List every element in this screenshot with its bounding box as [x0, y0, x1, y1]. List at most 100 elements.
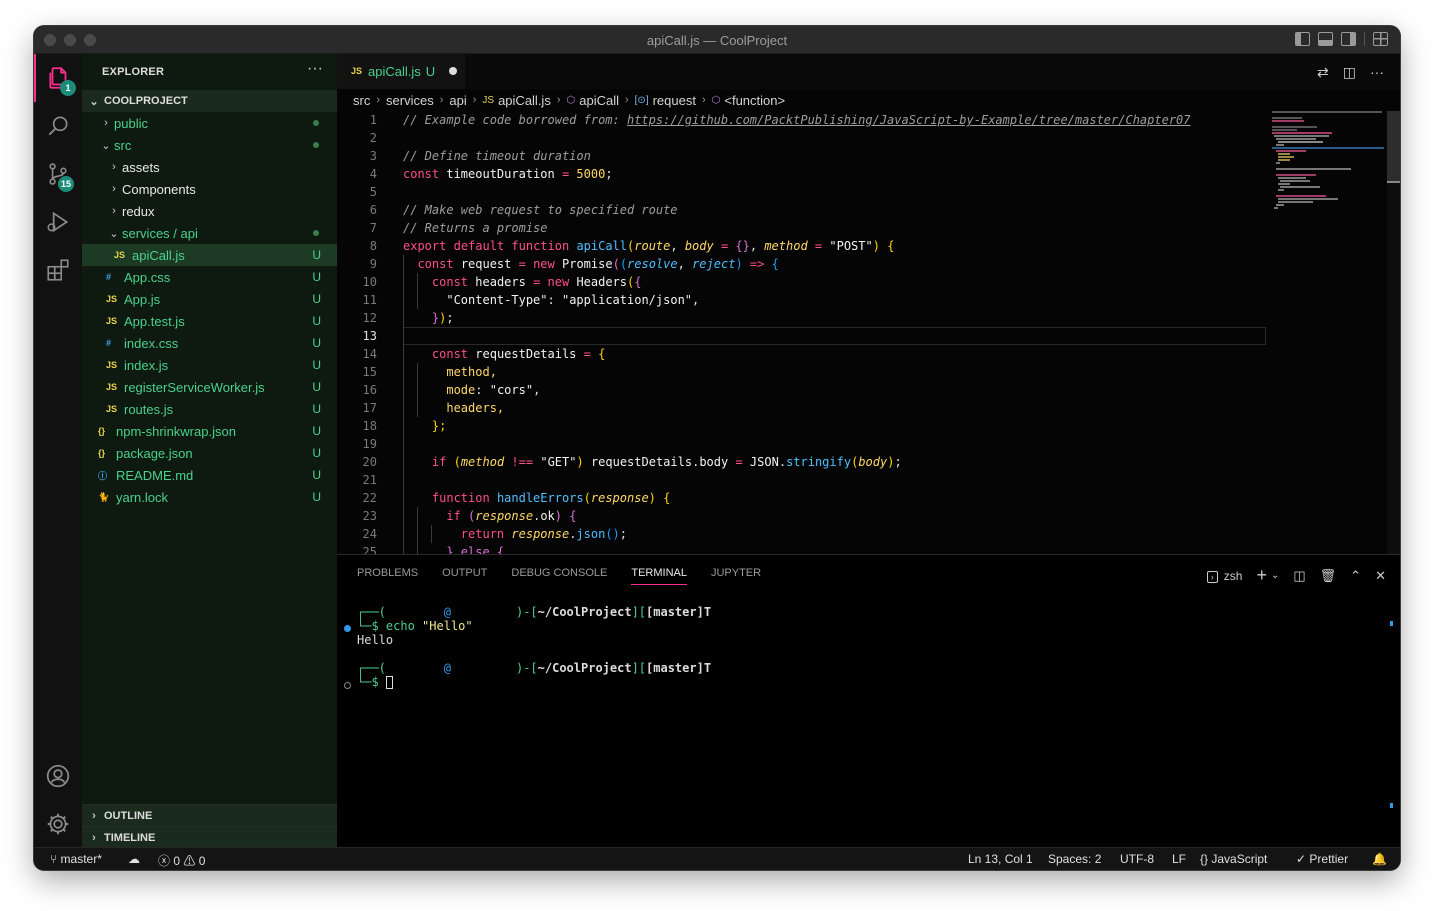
- symbol-method-icon: ⬡: [711, 94, 721, 106]
- tree-file-row[interactable]: ⓘ README.md U: [82, 464, 337, 486]
- scrollbar-thumb[interactable]: [1387, 111, 1400, 181]
- bell-icon[interactable]: 🔔: [1372, 852, 1387, 866]
- new-terminal-icon[interactable]: +: [1256, 565, 1267, 586]
- terminal-scroll-marker: [1390, 803, 1393, 808]
- tree-item-label: index.js: [124, 357, 169, 373]
- extensions-icon: [47, 259, 69, 281]
- breadcrumb-item[interactable]: services: [386, 93, 434, 108]
- tree-item-label: services / api: [122, 225, 198, 241]
- chevron-down-icon: ⌄: [109, 227, 119, 240]
- split-terminal-icon[interactable]: ◫: [1293, 568, 1305, 584]
- tree-file-row[interactable]: JS apiCall.js U: [82, 244, 337, 266]
- tree-file-row[interactable]: JS App.test.js U: [82, 310, 337, 332]
- indentation-status[interactable]: Spaces: 2: [1048, 852, 1101, 866]
- source-control-activity[interactable]: 15: [34, 150, 82, 198]
- tree-file-row[interactable]: JS routes.js U: [82, 398, 337, 420]
- chevron-right-icon: ›: [112, 205, 116, 217]
- breadcrumb-item[interactable]: src: [353, 93, 370, 108]
- problems-status[interactable]: ⓧ 0 ⚠ 0: [158, 852, 205, 869]
- terminal-output[interactable]: ┌──( @ )-[~/CoolProject][[master]T └─$ e…: [337, 605, 1400, 845]
- code-editor[interactable]: 1 2 3 4 5 6 7 8 9 10 11 12 13 14 15 16 17 18 19 20 21 22 23 24 2…: [337, 111, 1400, 554]
- js-file-icon: JS: [114, 250, 126, 260]
- tree-file-row[interactable]: JS App.js U: [82, 288, 337, 310]
- tree-file-row[interactable]: # App.css U: [82, 266, 337, 288]
- breadcrumb-item[interactable]: api: [449, 93, 466, 108]
- minimap[interactable]: [1272, 111, 1387, 221]
- prettier-status[interactable]: ✓ Prettier: [1296, 852, 1348, 866]
- tree-folder-row[interactable]: ⌄ src: [82, 134, 337, 156]
- tree-folder-row[interactable]: ⌄ services / api: [82, 222, 337, 244]
- git-status-badge: U: [312, 380, 321, 394]
- maximize-panel-icon[interactable]: ⌃: [1350, 568, 1361, 584]
- encoding-status[interactable]: UTF-8: [1120, 852, 1154, 866]
- tree-file-row[interactable]: # index.css U: [82, 332, 337, 354]
- manage-activity[interactable]: [34, 800, 82, 848]
- editor-tab-bar: JS apiCall.js U ⇄ ◫ ···: [337, 54, 1400, 89]
- symbol-method-icon: ⬡: [566, 94, 576, 106]
- chevron-down-icon[interactable]: ⌄: [1271, 570, 1279, 581]
- more-actions-icon[interactable]: ···: [307, 60, 323, 78]
- tree-folder-row[interactable]: › public: [82, 112, 337, 134]
- cursor-position-status[interactable]: Ln 13, Col 1: [968, 852, 1033, 866]
- breadcrumb-item[interactable]: apiCall.js: [498, 93, 551, 108]
- tree-file-row[interactable]: JS registerServiceWorker.js U: [82, 376, 337, 398]
- tree-folder-row[interactable]: › assets: [82, 156, 337, 178]
- code-line: return response.json();: [460, 527, 628, 541]
- terminal-shell-selector[interactable]: › zsh: [1206, 568, 1242, 583]
- explorer-activity[interactable]: 1: [34, 54, 82, 102]
- symbol-variable-icon: [⊙]: [634, 94, 649, 106]
- tree-folder-row[interactable]: › Components: [82, 178, 337, 200]
- breadcrumb-item[interactable]: apiCall: [579, 93, 619, 108]
- toggle-secondary-sidebar-icon[interactable]: [1341, 32, 1356, 46]
- chevron-right-icon: ›: [104, 117, 108, 129]
- tree-file-row[interactable]: 🐈 yarn.lock U: [82, 486, 337, 508]
- tree-file-row[interactable]: JS index.js U: [82, 354, 337, 376]
- customize-layout-icon[interactable]: [1373, 32, 1388, 46]
- language-status[interactable]: {} JavaScript: [1200, 852, 1267, 866]
- project-name: COOLPROJECT: [104, 95, 188, 107]
- open-changes-icon[interactable]: ⇄: [1317, 64, 1329, 81]
- tab-debug-console[interactable]: DEBUG CONSOLE: [511, 567, 607, 585]
- terminal-input-line[interactable]: └─$: [357, 675, 393, 689]
- json-file-icon: {}: [98, 426, 106, 436]
- tab-jupyter[interactable]: JUPYTER: [711, 567, 761, 585]
- command-success-marker[interactable]: [344, 625, 351, 632]
- more-actions-icon[interactable]: ···: [1370, 64, 1384, 81]
- extensions-activity[interactable]: [34, 246, 82, 294]
- split-editor-icon[interactable]: ◫: [1343, 64, 1356, 81]
- code-link[interactable]: https://github.com/PacktPublishing/JavaS…: [627, 113, 1191, 127]
- search-icon: [48, 116, 68, 136]
- timeline-section-header[interactable]: › TIMELINE: [82, 826, 337, 848]
- unsaved-dot-icon[interactable]: [449, 67, 458, 75]
- tree-item-label: package.json: [116, 445, 193, 461]
- eol-status[interactable]: LF: [1172, 852, 1186, 866]
- code-line: // Make web request to specified route: [403, 203, 678, 217]
- accounts-activity[interactable]: [34, 752, 82, 800]
- command-pending-marker[interactable]: [344, 682, 351, 689]
- toggle-primary-sidebar-icon[interactable]: [1295, 32, 1310, 46]
- close-panel-icon[interactable]: ✕: [1375, 568, 1386, 584]
- tab-label: apiCall.js: [368, 63, 421, 79]
- tab-terminal[interactable]: TERMINAL: [631, 567, 687, 585]
- outline-section-header[interactable]: › OUTLINE: [82, 804, 337, 826]
- trash-icon[interactable]: 🗑: [1320, 568, 1337, 584]
- tab-problems[interactable]: PROBLEMS: [357, 567, 418, 585]
- search-activity[interactable]: [34, 102, 82, 150]
- tab-output[interactable]: OUTPUT: [442, 567, 487, 585]
- tree-file-row[interactable]: {} npm-shrinkwrap.json U: [82, 420, 337, 442]
- tree-file-row[interactable]: {} package.json U: [82, 442, 337, 464]
- code-line: function handleErrors(response) {: [431, 491, 671, 505]
- run-debug-activity[interactable]: [34, 198, 82, 246]
- git-branch-status[interactable]: ⑂ master*: [50, 852, 102, 866]
- layout-controls: [1295, 32, 1388, 46]
- breadcrumb-item[interactable]: request: [653, 93, 696, 108]
- tree-folder-row[interactable]: › redux: [82, 200, 337, 222]
- breadcrumb-item[interactable]: <function>: [724, 93, 785, 108]
- explorer-sidebar: EXPLORER ··· ⌄ COOLPROJECT › public ⌄ src › a…: [82, 54, 337, 848]
- editor-scrollbar[interactable]: [1387, 111, 1400, 554]
- project-section-header[interactable]: ⌄ COOLPROJECT: [82, 90, 337, 112]
- toggle-panel-icon[interactable]: [1318, 32, 1333, 46]
- error-icon: ⓧ: [158, 854, 174, 868]
- sync-icon[interactable]: ☁: [128, 852, 140, 866]
- tab-apicall-js[interactable]: JS apiCall.js U: [337, 54, 465, 89]
